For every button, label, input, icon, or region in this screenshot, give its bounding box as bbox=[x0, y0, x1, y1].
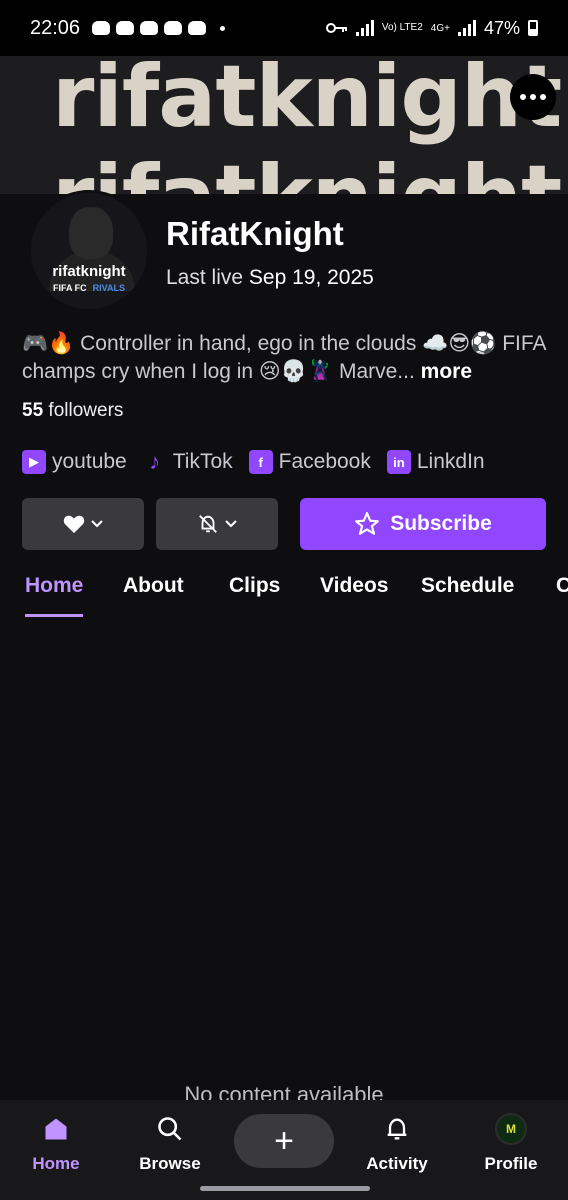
nav-home[interactable]: Home bbox=[6, 1114, 106, 1174]
discord-icon bbox=[116, 21, 135, 35]
profile-avatar-icon: M bbox=[495, 1113, 527, 1145]
last-live-label: Last live bbox=[166, 266, 244, 289]
social-link-facebook[interactable]: f Facebook bbox=[248, 450, 371, 474]
subscribe-label: Subscribe bbox=[390, 512, 492, 535]
more-dot-icon bbox=[530, 94, 536, 100]
signal-icon bbox=[355, 20, 374, 36]
key-icon bbox=[325, 23, 347, 33]
nav-browse[interactable]: Browse bbox=[120, 1114, 220, 1174]
nav-home-label: Home bbox=[32, 1154, 80, 1173]
facebook-icon: f bbox=[248, 450, 273, 474]
nav-profile[interactable]: M Profile bbox=[461, 1113, 561, 1174]
channel-name: RifatKnight bbox=[166, 215, 344, 252]
signal-icon-2 bbox=[457, 20, 476, 36]
channel-avatar[interactable]: rifatknight FIFA FC RIVALS bbox=[28, 190, 150, 312]
tab-home[interactable]: Home bbox=[25, 570, 84, 617]
network-label: Vo) LTE2 bbox=[381, 22, 423, 33]
social-link-linkedin[interactable]: in LinkdIn bbox=[386, 450, 485, 474]
discord-icon bbox=[188, 21, 207, 35]
create-button[interactable]: + bbox=[234, 1114, 334, 1168]
search-icon bbox=[158, 1117, 182, 1141]
avatar-tags: FIFA FC RIVALS bbox=[31, 283, 147, 293]
avatar-tag-rivals: RIVALS bbox=[92, 283, 125, 293]
status-time: 22:06 bbox=[30, 16, 81, 39]
linkedin-icon: in bbox=[386, 450, 411, 474]
notification-icons bbox=[92, 21, 207, 35]
tab-videos[interactable]: Videos bbox=[320, 570, 388, 602]
last-live: Last live Sep 19, 2025 bbox=[166, 266, 374, 290]
chevron-down-icon bbox=[91, 520, 103, 528]
notifications-button[interactable] bbox=[156, 498, 278, 550]
social-label: LinkdIn bbox=[416, 450, 485, 473]
followers-number: 55 bbox=[22, 400, 44, 421]
status-right: Vo) LTE2 4G+ 47% bbox=[325, 17, 538, 39]
avatar-name: rifatknight bbox=[52, 263, 126, 280]
heart-icon bbox=[63, 515, 85, 534]
battery-icon bbox=[528, 20, 538, 36]
social-label: Facebook bbox=[278, 450, 371, 473]
bottom-navigation: Home Browse + Activity M Profile bbox=[0, 1100, 568, 1200]
nav-profile-label: Profile bbox=[484, 1154, 538, 1173]
tab-clips[interactable]: Clips bbox=[229, 570, 280, 602]
subscribe-button[interactable]: Subscribe bbox=[300, 498, 546, 550]
network-label-2: 4G+ bbox=[430, 22, 450, 34]
banner-text-top: rifatknight bbox=[52, 56, 562, 147]
home-indicator bbox=[200, 1186, 370, 1191]
bell-off-icon bbox=[199, 515, 217, 533]
discord-icon bbox=[92, 21, 111, 35]
follow-button[interactable] bbox=[22, 498, 144, 550]
social-links: ▶ youtube ♪ TikTok f Facebook in LinkdIn bbox=[22, 449, 485, 474]
tab-overflow[interactable]: C bbox=[556, 570, 568, 602]
avatar-head bbox=[69, 207, 113, 259]
tab-schedule[interactable]: Schedule bbox=[421, 570, 514, 602]
home-icon bbox=[45, 1118, 67, 1140]
bio-more-link[interactable]: more bbox=[421, 360, 472, 383]
avatar-tag-fifa: FIFA FC bbox=[52, 283, 87, 293]
chevron-down-icon bbox=[225, 520, 237, 528]
status-bar: 22:06 Vo) LTE2 4G+ 47% bbox=[0, 0, 568, 56]
nav-activity[interactable]: Activity bbox=[347, 1114, 447, 1174]
discord-icon bbox=[140, 21, 159, 35]
tiktok-icon: ♪ bbox=[149, 449, 161, 474]
more-options-button[interactable] bbox=[510, 74, 556, 120]
channel-bio: 🎮🔥 Controller in hand, ego in the clouds… bbox=[22, 330, 552, 386]
nav-activity-label: Activity bbox=[366, 1154, 428, 1173]
social-link-tiktok[interactable]: ♪ TikTok bbox=[143, 449, 233, 474]
last-live-date: Sep 19, 2025 bbox=[248, 266, 374, 289]
banner-text-bottom: rifatknight bbox=[52, 154, 562, 194]
social-link-youtube[interactable]: ▶ youtube bbox=[22, 450, 127, 474]
discord-icon bbox=[164, 21, 183, 35]
followers-label: followers bbox=[48, 400, 124, 421]
followers-count: 55 followers bbox=[22, 400, 123, 422]
more-dot-icon bbox=[520, 94, 526, 100]
more-notifications-dot bbox=[220, 25, 226, 31]
battery-percent: 47% bbox=[483, 17, 520, 38]
nav-browse-label: Browse bbox=[139, 1154, 201, 1173]
star-icon bbox=[355, 512, 380, 535]
more-dot-icon bbox=[540, 94, 546, 100]
bell-icon bbox=[387, 1118, 407, 1140]
channel-banner: rifatknight rifatknight bbox=[0, 56, 568, 194]
channel-tabs: Home About Clips Videos Schedule C bbox=[0, 570, 568, 620]
tab-about[interactable]: About bbox=[123, 570, 184, 602]
social-label: youtube bbox=[52, 450, 127, 473]
social-label: TikTok bbox=[172, 450, 233, 473]
youtube-icon: ▶ bbox=[22, 450, 46, 474]
channel-actions: Subscribe bbox=[22, 498, 546, 550]
